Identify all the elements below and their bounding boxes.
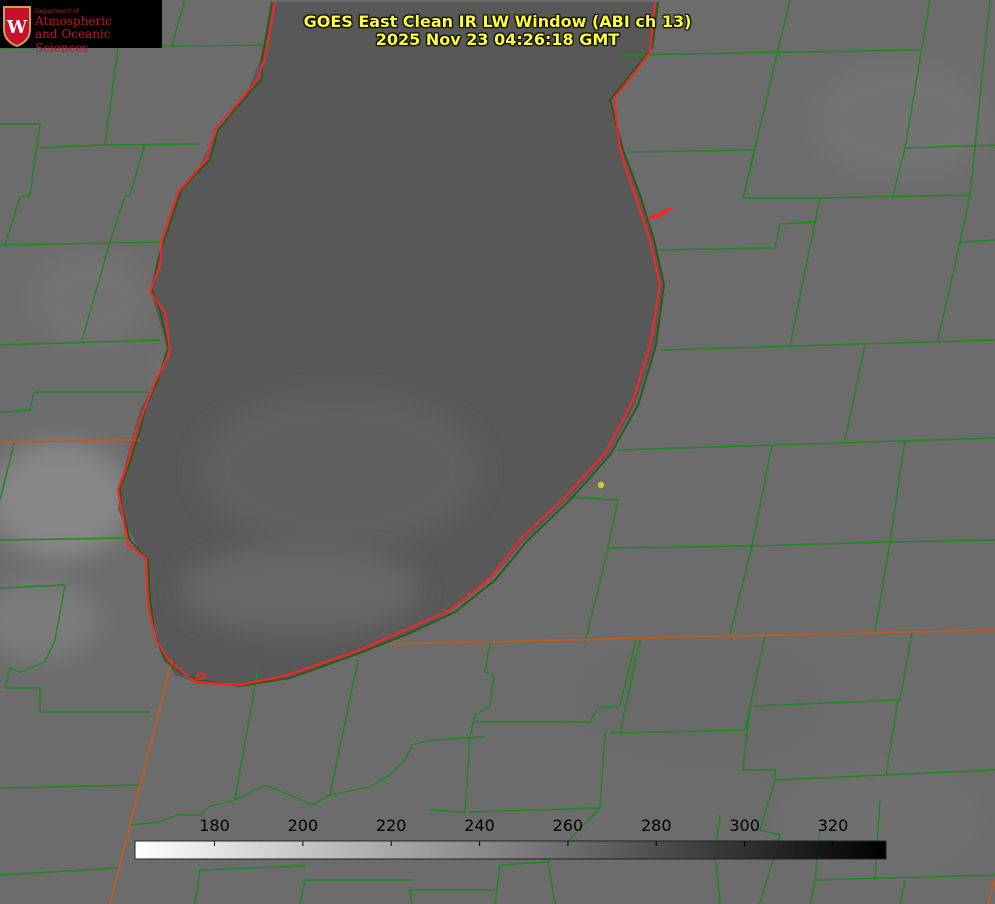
colorbar-tick-label: 200 bbox=[288, 816, 319, 835]
colorbar-tick-label: 300 bbox=[729, 816, 760, 835]
logo-line-2: and Oceanic Sciences bbox=[35, 27, 111, 55]
colorbar-tick-label: 260 bbox=[553, 816, 584, 835]
colorbar-tick-label: 240 bbox=[464, 816, 495, 835]
lake-texture bbox=[180, 545, 420, 635]
colorbar-tick-label: 180 bbox=[199, 816, 230, 835]
colorbar-tick-label: 320 bbox=[818, 816, 849, 835]
colorbar-tick-label: 280 bbox=[641, 816, 672, 835]
colorbar-gradient bbox=[134, 840, 887, 860]
aos-logo[interactable]: W Department of Atmospheric and Oceanic … bbox=[0, 0, 162, 55]
lake-texture bbox=[200, 390, 480, 550]
uw-crest-icon: W bbox=[3, 6, 31, 47]
colorbar-tick-label: 220 bbox=[376, 816, 407, 835]
satellite-map: 180 200 220 240 260 280 300 320 bbox=[0, 0, 995, 904]
crest-letter: W bbox=[6, 17, 28, 38]
station-marker bbox=[597, 481, 605, 489]
logo-line-1: Atmospheric bbox=[35, 14, 112, 28]
